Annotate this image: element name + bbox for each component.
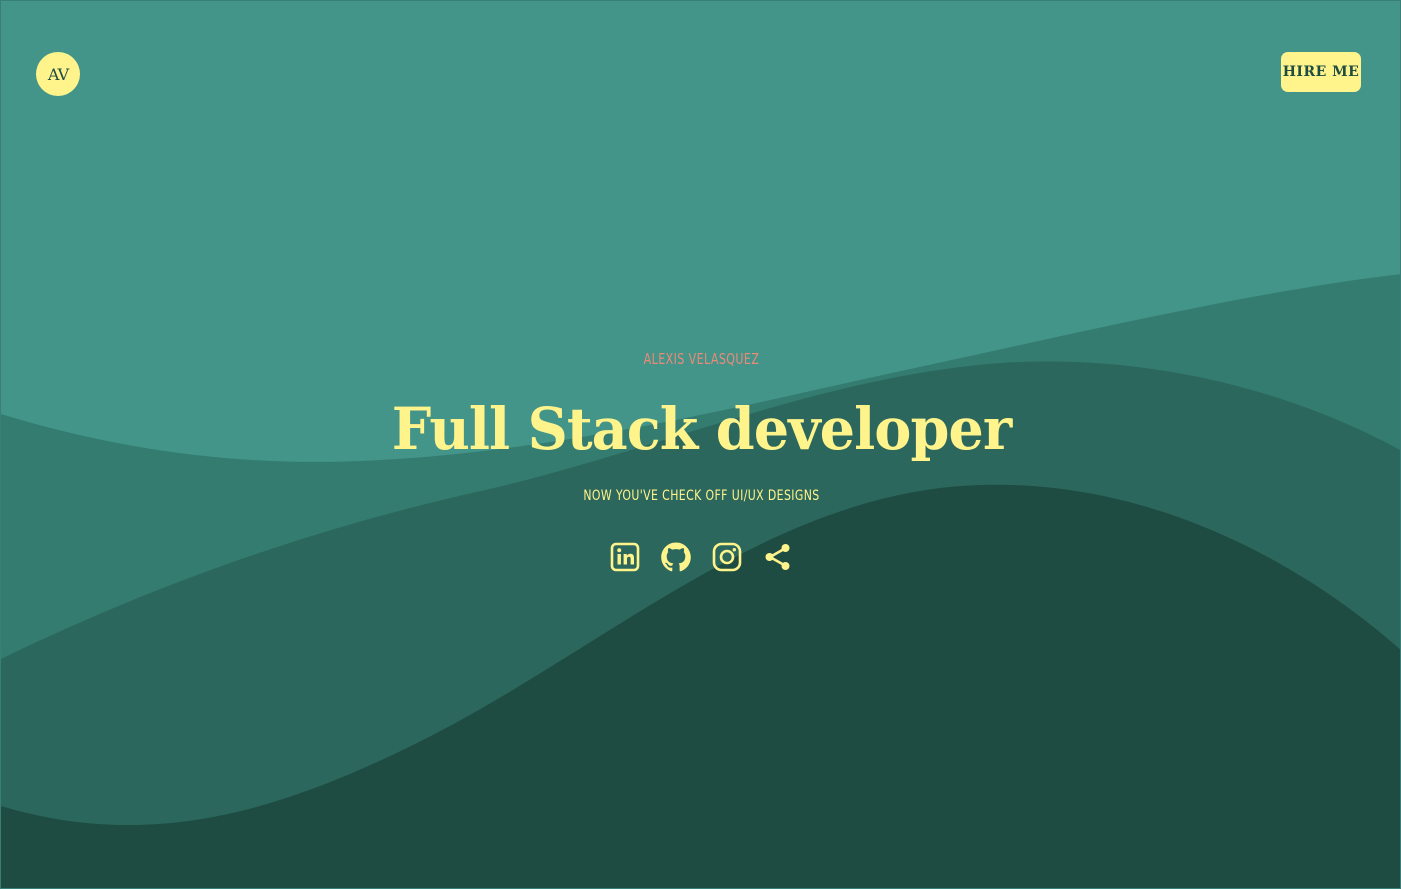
linkedin-icon xyxy=(610,542,640,572)
hero-title: Full Stack developer xyxy=(391,395,1012,463)
instagram-icon xyxy=(712,542,742,572)
share-link[interactable] xyxy=(762,539,794,575)
logo[interactable]: AV xyxy=(36,52,80,96)
developer-name: ALEXIS VELASQUEZ xyxy=(643,350,760,368)
hire-me-button[interactable]: HIRE ME xyxy=(1281,52,1361,92)
github-link[interactable] xyxy=(660,539,692,575)
landing-page: AV HIRE ME ALEXIS VELASQUEZ Full Stack d… xyxy=(0,0,1401,889)
linkedin-link[interactable] xyxy=(609,539,641,575)
instagram-link[interactable] xyxy=(711,539,743,575)
github-icon xyxy=(661,542,691,572)
share-icon xyxy=(765,544,790,570)
logo-text: AV xyxy=(47,64,69,84)
social-links xyxy=(1,539,1400,575)
hero-subtitle: NOW YOU'VE CHECK OFF UI/UX DESIGNS xyxy=(583,488,820,504)
